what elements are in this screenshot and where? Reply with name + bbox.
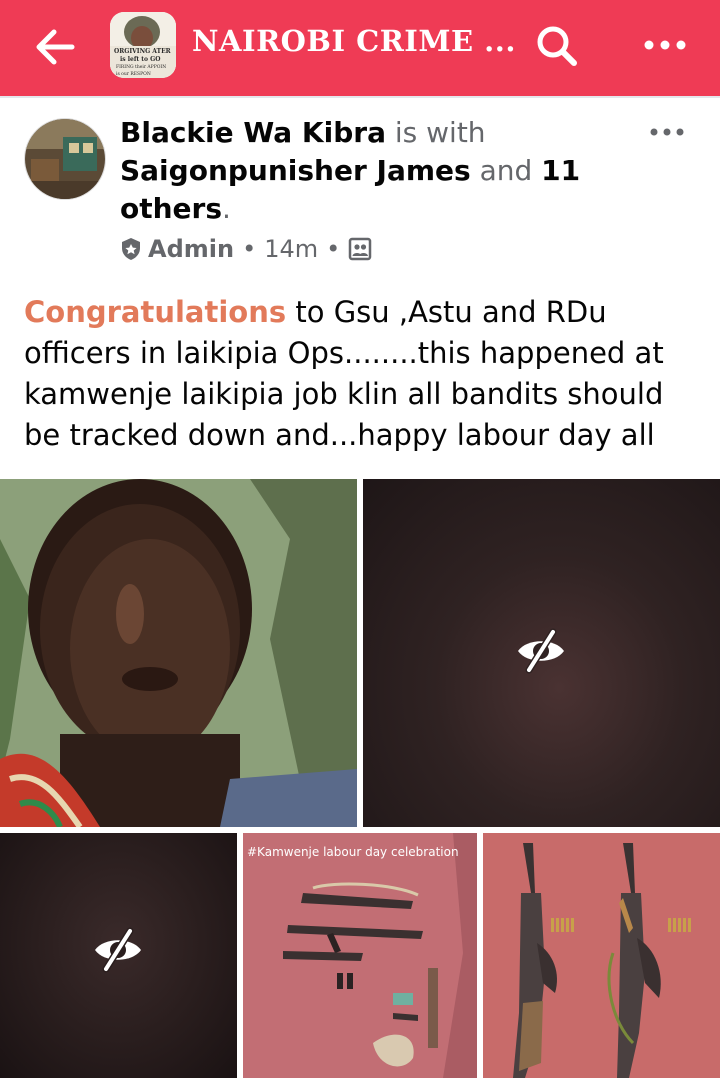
shield-icon — [122, 238, 140, 260]
period: . — [222, 192, 231, 225]
group-audience-icon — [349, 237, 372, 261]
photo-4[interactable]: #Kamwenje labour day celebration — [243, 833, 477, 1078]
more-options-icon — [644, 40, 686, 50]
search-button[interactable] — [533, 22, 581, 70]
post-header-text: Blackie Wa Kibra is with Saigonpunisher … — [120, 114, 620, 228]
post-meta: Admin • 14m • — [120, 232, 372, 266]
tagged-person[interactable]: Saigonpunisher James — [120, 154, 471, 187]
more-options-button[interactable] — [640, 30, 690, 60]
author-avatar[interactable] — [24, 118, 106, 200]
svg-text:ORGIVING ATER: ORGIVING ATER — [114, 48, 172, 55]
svg-text:FIRING their APPOIN: FIRING their APPOIN — [116, 64, 166, 70]
svg-text:is left to GO: is left to GO — [120, 56, 161, 63]
and-text: and — [479, 154, 533, 187]
author-name[interactable]: Blackie Wa Kibra — [120, 116, 386, 149]
photo-3-hidden[interactable] — [0, 833, 237, 1078]
photo-caption: #Kamwenje labour day celebration — [247, 845, 459, 859]
admin-badge: Admin — [148, 235, 235, 263]
header-divider — [0, 96, 720, 98]
meta-separator: • — [326, 235, 341, 263]
svg-text:is our RESPON: is our RESPON — [116, 71, 151, 77]
eye-slash-icon[interactable] — [92, 927, 144, 973]
more-options-icon — [650, 128, 684, 136]
eye-slash-icon[interactable] — [515, 628, 567, 674]
photo-1[interactable] — [0, 479, 357, 827]
back-arrow-icon — [36, 29, 75, 65]
is-with-text: is with — [394, 116, 486, 149]
others-label[interactable]: others — [120, 192, 222, 225]
group-avatar[interactable]: ORGIVING ATER is left to GO FIRING their… — [110, 12, 176, 78]
post-time[interactable]: 14m — [264, 235, 318, 263]
top-bar: ORGIVING ATER is left to GO FIRING their… — [0, 0, 720, 96]
post-menu-button[interactable] — [648, 124, 688, 140]
post-body: Congratulations to Gsu ,Astu and RDu off… — [24, 292, 699, 456]
others-count[interactable]: 11 — [541, 154, 580, 187]
group-title[interactable]: NAIROBI CRIME ... — [192, 24, 515, 58]
search-icon — [537, 26, 577, 66]
highlighted-word: Congratulations — [24, 295, 287, 329]
photo-2-hidden[interactable] — [363, 479, 720, 827]
photo-5[interactable] — [483, 833, 720, 1078]
back-button[interactable] — [34, 28, 76, 66]
meta-separator: • — [242, 235, 257, 263]
